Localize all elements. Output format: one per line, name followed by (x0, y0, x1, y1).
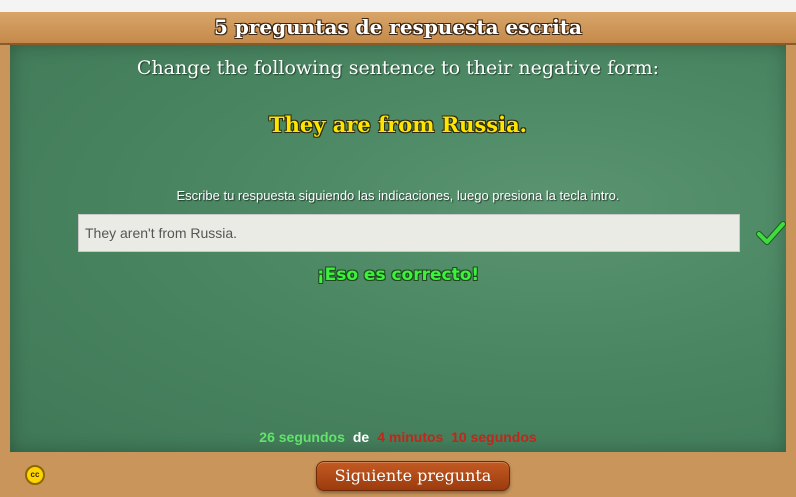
timer: 26 segundos de 4 minutos 10 segundos (10, 429, 786, 445)
check-icon (756, 221, 786, 245)
answer-input[interactable] (78, 214, 740, 252)
timer-separator: de (352, 429, 370, 445)
quiz-header: 5 preguntas de respuesta escrita (0, 12, 796, 45)
answer-hint: Escribe tu respuesta siguiendo las indic… (176, 188, 620, 203)
quiz-app: 5 preguntas de respuesta escrita Change … (0, 0, 796, 497)
chalkboard: Change the following sentence to their n… (10, 45, 786, 452)
top-strip (0, 0, 796, 12)
timer-elapsed: 26 segundos (259, 429, 345, 445)
question-sentence: They are from Russia. (268, 112, 527, 137)
next-question-button[interactable]: Siguiente pregunta (316, 461, 510, 491)
quiz-title: 5 preguntas de respuesta escrita (214, 15, 582, 39)
question-instruction: Change the following sentence to their n… (136, 57, 660, 79)
feedback-message: ¡Eso es correcto! (316, 265, 480, 285)
creative-commons-icon[interactable]: cc (25, 465, 45, 485)
timer-limit: 4 minutos 10 segundos (377, 429, 537, 445)
